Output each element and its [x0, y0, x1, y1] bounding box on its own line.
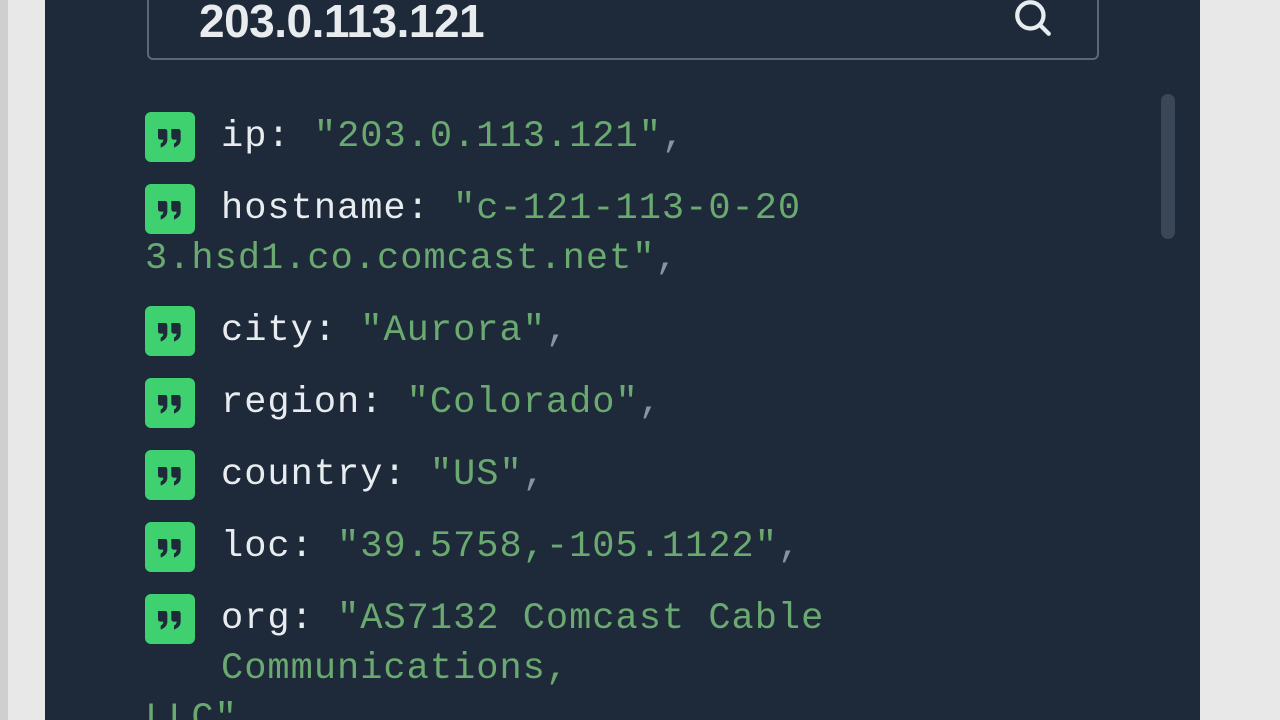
- field-value: "203.0.113.121": [314, 116, 662, 158]
- left-gutter: [0, 0, 8, 720]
- field-key: hostname: [221, 188, 407, 230]
- field-key: org: [221, 598, 291, 640]
- field-key: city: [221, 310, 314, 352]
- result-row-country: country: "US",: [145, 450, 1145, 500]
- result-row-hostname: hostname: "c-121-113-0-20 3.hsd1.co.comc…: [145, 184, 1145, 284]
- ip-info-panel: ip: "203.0.113.121", hostname: "c-121-11…: [45, 0, 1200, 720]
- search-icon: [1012, 0, 1054, 39]
- field-value: "Aurora": [360, 310, 546, 352]
- result-row-loc: loc: "39.5758,-105.1122",: [145, 522, 1145, 572]
- result-row-region: region: "Colorado",: [145, 378, 1145, 428]
- results-list: ip: "203.0.113.121", hostname: "c-121-11…: [145, 112, 1145, 720]
- search-input[interactable]: [199, 0, 1009, 48]
- field-value-part2: LLC": [145, 698, 238, 720]
- result-row-org: org: "AS7132 Comcast Cable Communication…: [145, 594, 1145, 720]
- field-value-part2: 3.hsd1.co.comcast.net": [145, 238, 656, 280]
- quote-icon: [145, 594, 195, 644]
- search-box[interactable]: [147, 0, 1099, 60]
- field-value: "US": [430, 454, 523, 496]
- field-key: region: [221, 382, 360, 424]
- result-row-city: city: "Aurora",: [145, 306, 1145, 356]
- field-value: "39.5758,-105.1122": [337, 526, 778, 568]
- quote-icon: [145, 184, 195, 234]
- quote-icon: [145, 522, 195, 572]
- quote-icon: [145, 112, 195, 162]
- field-key: loc: [221, 526, 291, 568]
- field-value: "Colorado": [407, 382, 639, 424]
- field-key: ip: [221, 116, 267, 158]
- field-key: country: [221, 454, 383, 496]
- result-row-ip: ip: "203.0.113.121",: [145, 112, 1145, 162]
- quote-icon: [145, 306, 195, 356]
- quote-icon: [145, 378, 195, 428]
- scrollbar-thumb[interactable]: [1161, 94, 1175, 239]
- field-value-part1: "c-121-113-0-20: [453, 188, 801, 230]
- search-button[interactable]: [1009, 0, 1057, 42]
- quote-icon: [145, 450, 195, 500]
